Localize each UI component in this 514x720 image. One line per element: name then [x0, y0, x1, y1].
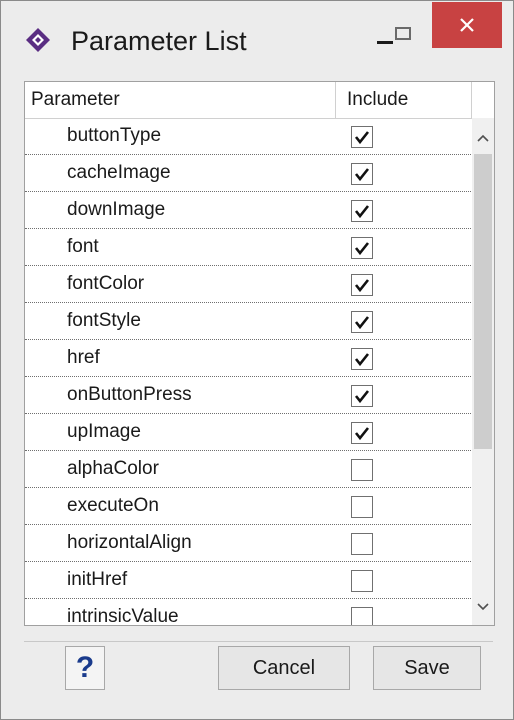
divider	[24, 641, 493, 642]
include-checkbox[interactable]	[351, 348, 373, 370]
checkmark-icon	[354, 353, 370, 367]
include-checkbox[interactable]	[351, 200, 373, 222]
table-row[interactable]: buttonType	[25, 118, 471, 155]
parameter-name: fontColor	[67, 273, 145, 294]
help-button[interactable]: ?	[65, 646, 105, 690]
checkmark-icon	[354, 279, 370, 293]
table-header: Parameter Include	[25, 82, 494, 119]
parameter-name: fontStyle	[67, 310, 141, 331]
checkmark-icon	[354, 131, 370, 145]
save-button[interactable]: Save	[373, 646, 481, 690]
parameter-name: upImage	[67, 421, 141, 442]
chevron-down-icon	[477, 603, 489, 611]
close-icon	[460, 18, 474, 32]
app-diamond-icon	[25, 27, 51, 53]
table-row[interactable]: onButtonPress	[25, 377, 471, 414]
parameter-name: buttonType	[67, 125, 162, 146]
parameter-name: font	[67, 236, 99, 257]
parameter-name: horizontalAlign	[67, 532, 192, 553]
table-row[interactable]: upImage	[25, 414, 471, 451]
checkmark-icon	[354, 242, 370, 256]
parameter-name: downImage	[67, 199, 166, 220]
column-header-parameter[interactable]: Parameter	[31, 82, 120, 118]
include-checkbox[interactable]	[351, 570, 373, 592]
table-row[interactable]: fontStyle	[25, 303, 471, 340]
parameter-name: executeOn	[67, 495, 159, 516]
include-checkbox[interactable]	[351, 237, 373, 259]
parameter-name: cacheImage	[67, 162, 171, 183]
table-row[interactable]: horizontalAlign	[25, 525, 471, 562]
checkmark-icon	[354, 205, 370, 219]
checkmark-icon	[354, 390, 370, 404]
parameter-name: alphaColor	[67, 458, 159, 479]
chevron-up-icon	[477, 134, 489, 142]
close-button[interactable]	[432, 2, 502, 48]
parameter-name: intrinsicValue	[67, 606, 179, 626]
title-bar[interactable]: Parameter List	[1, 1, 513, 79]
table-row[interactable]: fontColor	[25, 266, 471, 303]
checkmark-icon	[354, 168, 370, 182]
table-row[interactable]: executeOn	[25, 488, 471, 525]
scroll-up-button[interactable]	[472, 118, 494, 152]
parameter-list-dialog: Parameter List Parameter Include buttonT…	[0, 0, 514, 720]
table-row[interactable]: initHref	[25, 562, 471, 599]
table-row[interactable]: downImage	[25, 192, 471, 229]
table-row[interactable]: alphaColor	[25, 451, 471, 488]
include-checkbox[interactable]	[351, 274, 373, 296]
vertical-scrollbar[interactable]	[472, 118, 494, 625]
table-body: buttonType cacheImage downImage font fontCol…	[25, 118, 471, 626]
scrollbar-thumb[interactable]	[474, 154, 492, 449]
table-row[interactable]: cacheImage	[25, 155, 471, 192]
cancel-button[interactable]: Cancel	[218, 646, 350, 690]
include-checkbox[interactable]	[351, 459, 373, 481]
include-checkbox[interactable]	[351, 496, 373, 518]
include-checkbox[interactable]	[351, 126, 373, 148]
scroll-down-button[interactable]	[472, 591, 494, 625]
include-checkbox[interactable]	[351, 607, 373, 625]
column-header-include[interactable]: Include	[347, 82, 408, 118]
column-divider[interactable]	[471, 82, 472, 118]
parameter-name: onButtonPress	[67, 384, 192, 405]
table-row[interactable]: intrinsicValue	[25, 599, 471, 626]
table-row[interactable]: font	[25, 229, 471, 266]
maximize-button[interactable]	[377, 13, 433, 59]
table-row[interactable]: href	[25, 340, 471, 377]
include-checkbox[interactable]	[351, 385, 373, 407]
include-checkbox[interactable]	[351, 533, 373, 555]
column-divider[interactable]	[335, 82, 336, 118]
parameter-table: Parameter Include buttonType cacheImage do…	[24, 81, 495, 626]
include-checkbox[interactable]	[351, 311, 373, 333]
parameter-name: href	[67, 347, 100, 368]
include-checkbox[interactable]	[351, 163, 373, 185]
parameter-name: initHref	[67, 569, 128, 590]
checkmark-icon	[354, 427, 370, 441]
window-title: Parameter List	[71, 26, 247, 56]
checkmark-icon	[354, 316, 370, 330]
include-checkbox[interactable]	[351, 422, 373, 444]
